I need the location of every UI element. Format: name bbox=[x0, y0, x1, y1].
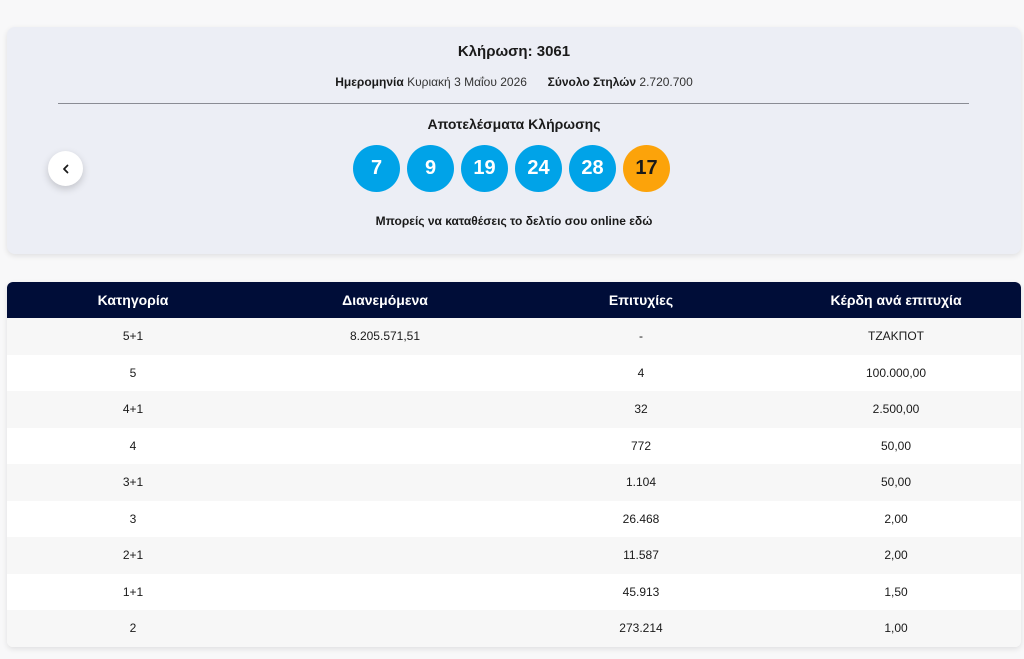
cell-category: 4+1 bbox=[122, 402, 144, 417]
cell-distributed: 8.205.571,51 bbox=[349, 329, 421, 344]
cell-distributed bbox=[259, 574, 511, 611]
cell-distributed bbox=[259, 464, 511, 501]
cell-distributed bbox=[259, 391, 511, 428]
cell-prize: 100.000,00 bbox=[865, 365, 927, 380]
table-header-row: Κατηγορία Διανεμόμενα Επιτυχίες Κέρδη αν… bbox=[7, 282, 1021, 318]
header-prize: Κέρδη ανά επιτυχία bbox=[771, 282, 1021, 318]
cell-distributed bbox=[259, 501, 511, 538]
table-row: 3 26.468 2,00 bbox=[7, 500, 1021, 538]
cell-winners: 4 bbox=[637, 365, 645, 380]
table-row: 2+1 11.587 2,00 bbox=[7, 537, 1021, 574]
number-ball: 9 bbox=[407, 145, 454, 192]
cell-prize: ΤΖΑΚΠΟΤ bbox=[868, 329, 924, 344]
cell-prize: 1,00 bbox=[884, 621, 908, 636]
cell-distributed bbox=[259, 355, 511, 392]
cell-distributed bbox=[259, 537, 511, 574]
table-row: 1+1 45.913 1,50 bbox=[7, 573, 1021, 611]
cell-prize: 1,50 bbox=[884, 584, 908, 599]
draw-title: Κλήρωση: 3061 bbox=[457, 43, 571, 60]
table-row: 5+1 8.205.571,51 - ΤΖΑΚΠΟΤ bbox=[7, 318, 1021, 355]
table-row: 5 4 100.000,00 bbox=[7, 354, 1021, 392]
prize-table: Κατηγορία Διανεμόμενα Επιτυχίες Κέρδη αν… bbox=[7, 282, 1021, 647]
cell-distributed bbox=[259, 610, 511, 647]
table-row: 3+1 1.104 50,00 bbox=[7, 464, 1021, 501]
cell-distributed bbox=[259, 428, 511, 465]
cell-category: 5+1 bbox=[122, 329, 144, 344]
date-label: Ημερομηνία bbox=[335, 75, 404, 89]
cell-prize: 2,00 bbox=[884, 511, 908, 526]
cell-winners: 45.913 bbox=[622, 584, 660, 599]
draw-card: Κλήρωση: 3061 Ημερομηνία Κυριακή 3 Μαΐου… bbox=[7, 27, 1021, 254]
divider bbox=[58, 103, 969, 104]
winning-numbers: 7 9 19 24 28 17 bbox=[353, 145, 670, 192]
cell-category: 3+1 bbox=[122, 475, 144, 490]
online-bet-link-row: Μπορείς να καταθέσεις το δελτίο σου onli… bbox=[7, 214, 1021, 228]
draw-meta: Ημερομηνία Κυριακή 3 Μαΐου 2026 Σύνολο Σ… bbox=[7, 75, 1021, 89]
cell-winners: 772 bbox=[630, 438, 652, 453]
online-bet-link[interactable]: Μπορείς να καταθέσεις το δελτίο σου onli… bbox=[376, 214, 653, 228]
table-row: 4 772 50,00 bbox=[7, 427, 1021, 465]
cell-prize: 50,00 bbox=[880, 475, 912, 490]
number-ball: 28 bbox=[569, 145, 616, 192]
previous-draw-button[interactable] bbox=[48, 151, 83, 186]
cell-category: 2 bbox=[129, 621, 137, 636]
bonus-ball: 17 bbox=[623, 145, 670, 192]
cell-prize: 2.500,00 bbox=[872, 402, 920, 417]
cell-prize: 50,00 bbox=[880, 438, 912, 453]
number-ball: 19 bbox=[461, 145, 508, 192]
cell-category: 3 bbox=[129, 511, 137, 526]
cell-category: 1+1 bbox=[122, 584, 144, 599]
table-row: 4+1 32 2.500,00 bbox=[7, 391, 1021, 428]
header-category: Κατηγορία bbox=[7, 282, 259, 318]
cell-category: 4 bbox=[129, 438, 137, 453]
header-distributed: Διανεμόμενα bbox=[259, 282, 511, 318]
columns-value: 2.720.700 bbox=[639, 75, 693, 89]
cell-winners: 1.104 bbox=[625, 475, 657, 490]
cell-winners: 273.214 bbox=[619, 621, 663, 636]
date-value: Κυριακή 3 Μαΐου 2026 bbox=[407, 75, 527, 89]
table-row: 2 273.214 1,00 bbox=[7, 610, 1021, 647]
cell-category: 2+1 bbox=[122, 548, 144, 563]
cell-winners: 32 bbox=[634, 402, 648, 417]
cell-category: 5 bbox=[129, 365, 137, 380]
number-ball: 7 bbox=[353, 145, 400, 192]
results-title: Αποτελέσματα Κλήρωσης bbox=[427, 116, 601, 132]
chevron-left-icon bbox=[62, 164, 68, 173]
header-winners: Επιτυχίες bbox=[511, 282, 771, 318]
cell-prize: 2,00 bbox=[884, 548, 908, 563]
columns-label: Σύνολο Στηλών bbox=[547, 75, 637, 89]
cell-winners: 26.468 bbox=[622, 511, 660, 526]
cell-winners: 11.587 bbox=[623, 548, 659, 563]
number-ball: 24 bbox=[515, 145, 562, 192]
cell-winners: - bbox=[639, 329, 643, 344]
